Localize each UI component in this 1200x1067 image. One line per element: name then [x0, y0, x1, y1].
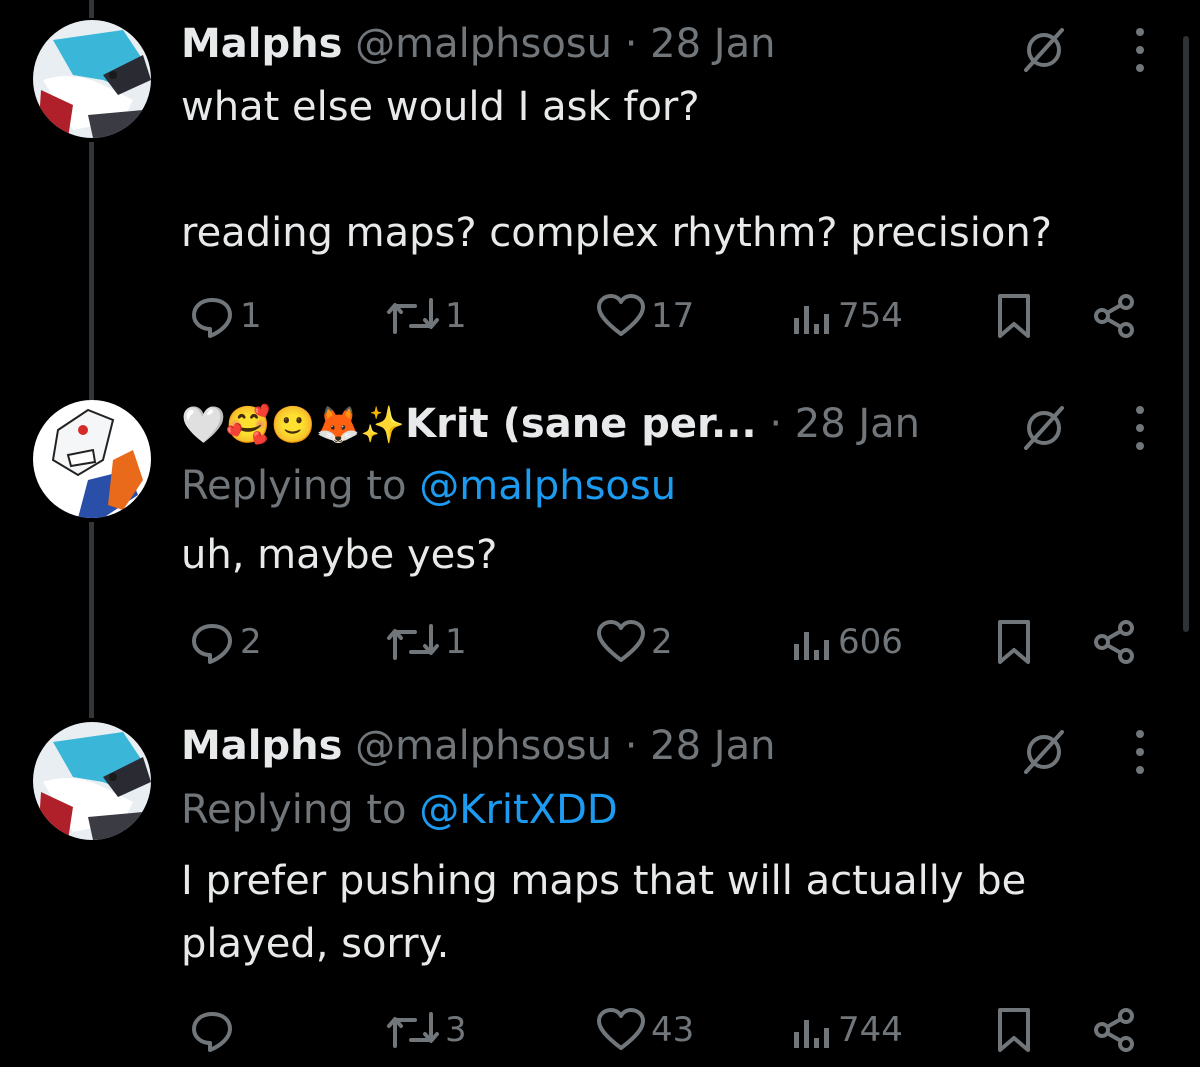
views-icon	[794, 306, 829, 334]
display-name-emojis: 🤍🥰🙂🦊✨	[181, 405, 406, 446]
tweet-header: 🤍🥰🙂🦊✨Krit (sane per... · 28 Jan	[181, 400, 920, 450]
repost-count: 1	[445, 296, 467, 336]
like-icon	[597, 294, 645, 336]
reply-count: 1	[240, 296, 262, 336]
action-bar: 2 1 2 606	[0, 612, 1200, 672]
action-bar: 1 1 17 754	[0, 286, 1200, 346]
views-button[interactable]: 754	[790, 286, 903, 346]
repost-count: 3	[445, 1010, 467, 1050]
replying-label: Replying to	[181, 463, 407, 509]
more-icon[interactable]	[1125, 726, 1155, 778]
tweet-text: what else would I ask for? reading maps?…	[181, 84, 1052, 256]
reply-icon	[192, 624, 232, 664]
bookmark-icon	[998, 1008, 1030, 1052]
tweet-text: uh, maybe yes?	[181, 532, 498, 578]
avatar[interactable]	[33, 722, 151, 840]
reply-button[interactable]: 2	[188, 612, 262, 672]
share-button[interactable]	[1090, 1000, 1138, 1060]
reply-icon	[192, 1012, 232, 1052]
bookmark-icon	[998, 294, 1030, 338]
share-icon	[1094, 294, 1134, 338]
like-count: 17	[651, 296, 695, 336]
tweet[interactable]: Malphs @malphsosu · 28 Jan what else wou…	[0, 20, 1200, 370]
mute-icon[interactable]	[1020, 26, 1068, 74]
avatar[interactable]	[33, 400, 151, 518]
display-name[interactable]: Malphs	[181, 21, 342, 67]
reply-button[interactable]: 1	[188, 286, 262, 346]
share-icon	[1094, 1008, 1134, 1052]
mute-icon[interactable]	[1020, 404, 1068, 452]
display-name[interactable]: Krit (sane per...	[405, 401, 756, 447]
repost-button[interactable]: 1	[385, 612, 467, 672]
like-button[interactable]: 2	[595, 612, 673, 672]
views-icon	[794, 632, 829, 660]
tweet-text: I prefer pushing maps that will actually…	[181, 858, 1027, 967]
more-icon[interactable]	[1125, 24, 1155, 76]
repost-button[interactable]: 1	[385, 286, 467, 346]
thread-line	[89, 0, 94, 18]
tweet[interactable]: Malphs @malphsosu · 28 Jan Replying to @…	[0, 722, 1200, 1062]
like-button[interactable]: 43	[595, 1000, 694, 1060]
replying-to: Replying to @malphsosu	[181, 462, 676, 510]
tweet-header: Malphs @malphsosu · 28 Jan	[181, 20, 775, 68]
display-name[interactable]: Malphs	[181, 723, 342, 769]
bookmark-button[interactable]	[994, 1000, 1034, 1060]
handle[interactable]: @malphsosu	[355, 21, 612, 67]
reply-button[interactable]	[188, 1000, 240, 1060]
share-button[interactable]	[1090, 612, 1138, 672]
views-button[interactable]: 606	[790, 612, 903, 672]
bookmark-button[interactable]	[994, 286, 1034, 346]
tweet-date[interactable]: 28 Jan	[650, 723, 775, 769]
share-button[interactable]	[1090, 286, 1138, 346]
reply-icon	[192, 298, 232, 338]
views-count: 744	[838, 1010, 903, 1050]
like-icon	[597, 620, 645, 662]
repost-icon	[387, 624, 439, 660]
bookmark-icon	[998, 620, 1030, 664]
tweet-date[interactable]: 28 Jan	[650, 21, 775, 67]
handle[interactable]: @malphsosu	[355, 723, 612, 769]
repost-count: 1	[445, 622, 467, 662]
share-icon	[1094, 620, 1134, 664]
avatar[interactable]	[33, 20, 151, 138]
tweet[interactable]: 🤍🥰🙂🦊✨Krit (sane per... · 28 Jan Replying…	[0, 400, 1200, 700]
separator: ·	[624, 723, 638, 769]
views-button[interactable]: 744	[790, 1000, 903, 1060]
repost-icon	[387, 1012, 439, 1048]
like-icon	[597, 1008, 645, 1050]
replying-to: Replying to @KritXDD	[181, 786, 618, 834]
tweet-date[interactable]: 28 Jan	[795, 401, 920, 447]
more-icon[interactable]	[1125, 402, 1155, 454]
views-count: 606	[838, 622, 903, 662]
replying-to-link[interactable]: @malphsosu	[419, 463, 676, 509]
repost-button[interactable]: 3	[385, 1000, 467, 1060]
bookmark-button[interactable]	[994, 612, 1034, 672]
separator: ·	[769, 401, 783, 447]
tweet-header: Malphs @malphsosu · 28 Jan	[181, 722, 775, 770]
replying-to-link[interactable]: @KritXDD	[419, 787, 617, 833]
like-button[interactable]: 17	[595, 286, 694, 346]
like-count: 2	[651, 622, 673, 662]
action-bar: 3 43 744	[0, 1000, 1200, 1060]
views-icon	[794, 1020, 829, 1048]
repost-icon	[387, 298, 439, 334]
views-count: 754	[838, 296, 903, 336]
reply-count: 2	[240, 622, 262, 662]
mute-icon[interactable]	[1020, 728, 1068, 776]
separator: ·	[624, 21, 638, 67]
like-count: 43	[651, 1010, 695, 1050]
replying-label: Replying to	[181, 787, 407, 833]
